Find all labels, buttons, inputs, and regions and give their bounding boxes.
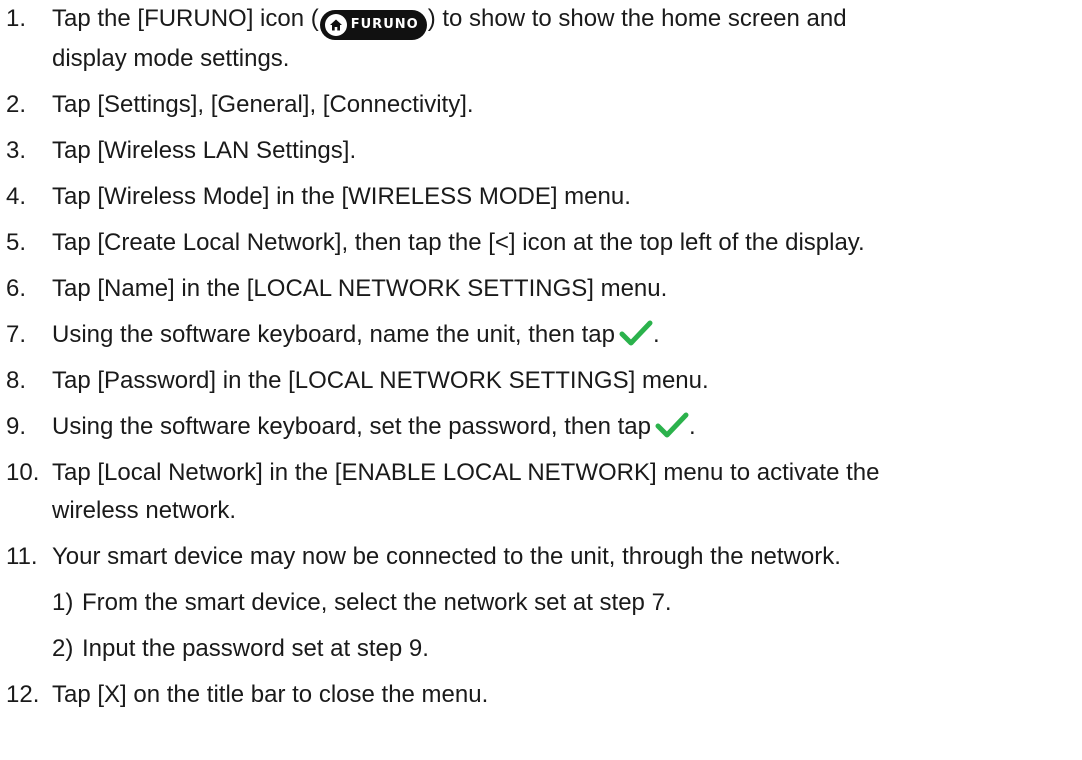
check-icon bbox=[619, 320, 653, 346]
step-number: 3. bbox=[6, 137, 27, 164]
furuno-brand-label: FURUNO bbox=[350, 17, 419, 32]
substep-2: 2) Input the password set at step 9. bbox=[6, 630, 1082, 668]
step-number: 5. bbox=[6, 229, 27, 256]
substep-text: From the smart device, select the networ… bbox=[82, 589, 672, 616]
step-text: Tap [Create Local Network], then tap the… bbox=[52, 229, 865, 256]
step-text-end: . bbox=[689, 413, 696, 440]
step-text: Using the software keyboard, set the pas… bbox=[52, 413, 652, 440]
substep-number: 2) bbox=[52, 635, 74, 662]
step-9: 9. Using the software keyboard, set the … bbox=[6, 408, 1082, 446]
step-number: 6. bbox=[6, 275, 27, 302]
step-text: Tap [Settings], [General], [Connectivity… bbox=[52, 91, 474, 118]
step-number: 2. bbox=[6, 91, 27, 118]
instruction-document: 1. Tap the [FURUNO] icon ( FURUNO ) to sho… bbox=[0, 0, 1082, 760]
step-text: Tap [Wireless Mode] in the [WIRELESS MOD… bbox=[52, 183, 631, 210]
step-number: 4. bbox=[6, 183, 27, 210]
step-text: Your smart device may now be connected t… bbox=[52, 543, 841, 570]
substep-text: Input the password set at step 9. bbox=[82, 635, 429, 662]
step-number: 12. bbox=[6, 681, 40, 708]
step-text: Tap [X] on the title bar to close the me… bbox=[52, 681, 489, 708]
step-1: 1. Tap the [FURUNO] icon ( FURUNO ) to sho… bbox=[6, 0, 1082, 78]
step-text: Tap [Local Network] in the [ENABLE LOCAL… bbox=[52, 459, 880, 486]
step-number: 8. bbox=[6, 367, 27, 394]
check-icon bbox=[655, 412, 689, 438]
home-icon bbox=[324, 14, 347, 36]
step-text: Tap [Password] in the [LOCAL NETWORK SET… bbox=[52, 367, 709, 394]
step-7: 7. Using the software keyboard, name the… bbox=[6, 316, 1082, 354]
step-text-continued: ) to show to show the home screen and bbox=[427, 5, 847, 32]
step-5: 5. Tap [Create Local Network], then tap … bbox=[6, 224, 1082, 262]
step-6: 6. Tap [Name] in the [LOCAL NETWORK SETT… bbox=[6, 270, 1082, 308]
furuno-home-badge: FURUNO bbox=[319, 10, 427, 40]
substep-1: 1) From the smart device, select the net… bbox=[6, 584, 1082, 622]
step-text: Tap the [FURUNO] icon ( bbox=[52, 5, 319, 32]
step-12: 12. Tap [X] on the title bar to close th… bbox=[6, 676, 1082, 714]
step-10: 10. Tap [Local Network] in the [ENABLE L… bbox=[6, 454, 1082, 530]
step-2: 2. Tap [Settings], [General], [Connectiv… bbox=[6, 86, 1082, 124]
step-text-line2: display mode settings. bbox=[52, 45, 290, 72]
step-8: 8. Tap [Password] in the [LOCAL NETWORK … bbox=[6, 362, 1082, 400]
step-number: 11. bbox=[6, 543, 38, 570]
step-number: 9. bbox=[6, 413, 27, 440]
step-number: 7. bbox=[6, 321, 27, 348]
substep-number: 1) bbox=[52, 589, 74, 616]
step-number: 1. bbox=[6, 5, 27, 32]
step-text: Tap [Wireless LAN Settings]. bbox=[52, 137, 357, 164]
step-11: 11. Your smart device may now be connect… bbox=[6, 538, 1082, 576]
step-number: 10. bbox=[6, 459, 40, 486]
steps-list: 1. Tap the [FURUNO] icon ( FURUNO ) to sho… bbox=[6, 0, 1082, 576]
step-4: 4. Tap [Wireless Mode] in the [WIRELESS … bbox=[6, 178, 1082, 216]
step-text-end: . bbox=[653, 321, 660, 348]
step-3: 3. Tap [Wireless LAN Settings]. bbox=[6, 132, 1082, 170]
substeps-list: 1) From the smart device, select the net… bbox=[6, 584, 1082, 668]
step-text: Tap [Name] in the [LOCAL NETWORK SETTING… bbox=[52, 275, 668, 302]
step-text-line2: wireless network. bbox=[52, 497, 237, 524]
steps-list-continued: 12. Tap [X] on the title bar to close th… bbox=[6, 676, 1082, 714]
step-text: Using the software keyboard, name the un… bbox=[52, 321, 616, 348]
